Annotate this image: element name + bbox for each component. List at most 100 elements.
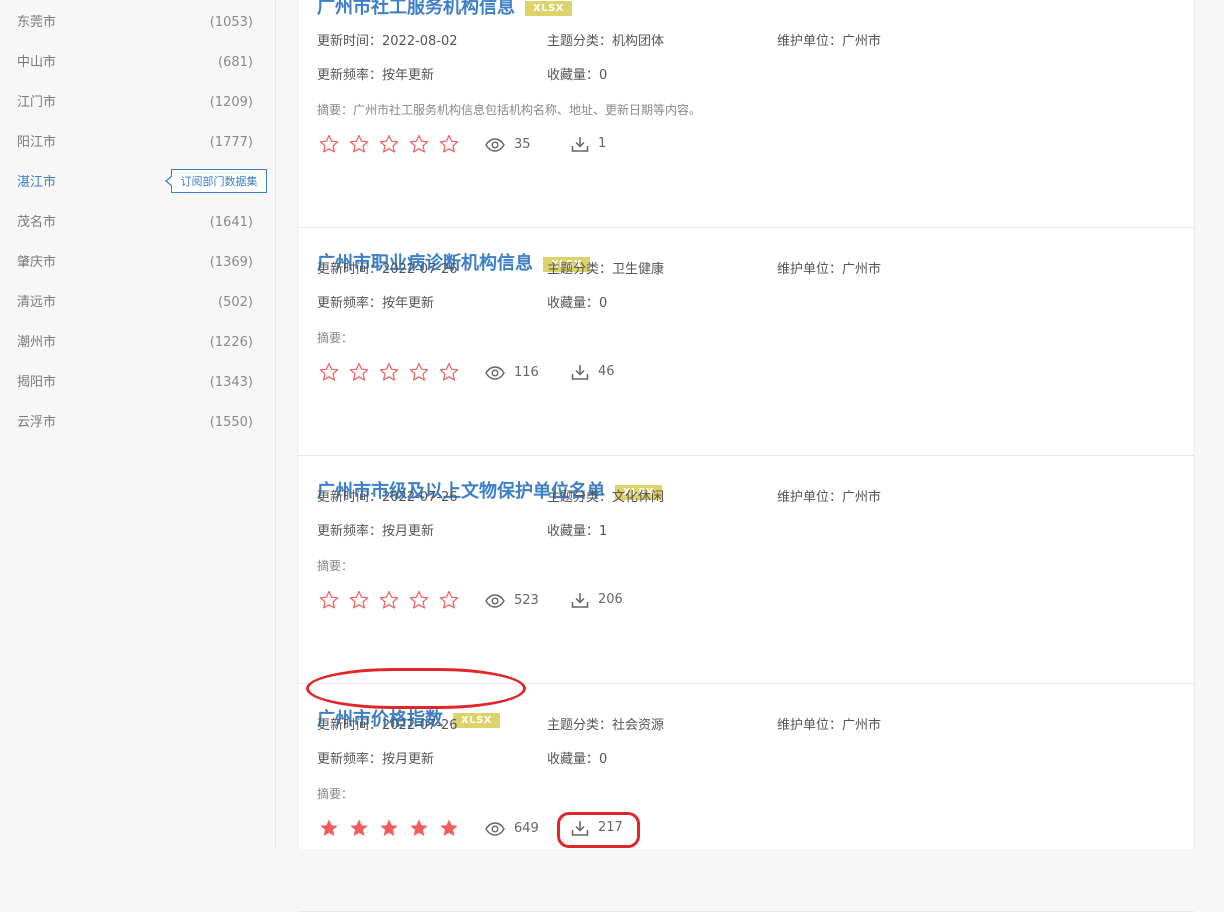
sidebar-city-item[interactable]: 肇庆市 (1369) xyxy=(17,253,253,273)
star-empty-icon[interactable] xyxy=(439,590,459,610)
view-count-value: 35 xyxy=(514,137,531,152)
update-frequency: 更新频率：按年更新 xyxy=(317,296,435,311)
download-count-value: 1 xyxy=(598,136,607,151)
sidebar-city-item[interactable]: 江门市 (1209) xyxy=(17,93,253,113)
view-count: 35 xyxy=(485,135,531,155)
eye-icon xyxy=(485,593,514,608)
city-count: (1777) xyxy=(209,135,253,150)
city-name: 潮州市 xyxy=(17,335,57,350)
download-count[interactable]: 206 xyxy=(571,590,623,610)
sidebar-city-item[interactable]: 东莞市 (1053) xyxy=(17,13,253,33)
sidebar-city-item[interactable]: 阳江市 (1777) xyxy=(17,133,253,153)
dataset-summary: 摘要： xyxy=(317,559,354,573)
star-empty-icon[interactable] xyxy=(349,134,369,154)
star-empty-icon[interactable] xyxy=(439,134,459,154)
star-empty-icon[interactable] xyxy=(349,590,369,610)
city-count: (1209) xyxy=(209,95,253,110)
star-filled-icon[interactable] xyxy=(379,818,399,838)
favorites-count: 收藏量：0 xyxy=(547,752,608,767)
favorites-count: 收藏量：1 xyxy=(547,524,608,539)
download-count[interactable]: 46 xyxy=(571,362,615,382)
star-empty-icon[interactable] xyxy=(379,134,399,154)
city-name: 中山市 xyxy=(17,55,57,70)
update-time: 更新时间：2022-07-26 xyxy=(317,718,458,733)
subscribe-tooltip[interactable]: 订阅部门数据集 xyxy=(165,169,267,193)
favorites-count: 收藏量：0 xyxy=(547,296,608,311)
city-count: (681) xyxy=(218,55,253,70)
dataset-summary: 摘要：广州市社工服务机构信息包括机构名称、地址、更新日期等内容。 xyxy=(317,103,702,117)
star-empty-icon[interactable] xyxy=(319,590,339,610)
dataset-card: 广州市社工服务机构信息 XLSX 更新时间：2022-08-02 主题分类：机构团体 维… xyxy=(298,0,1194,228)
maintainer: 维护单位：广州市 xyxy=(777,34,882,49)
star-empty-icon[interactable] xyxy=(439,362,459,382)
city-name: 清远市 xyxy=(17,295,57,310)
city-count: (1053) xyxy=(209,15,253,30)
view-count: 116 xyxy=(485,363,539,383)
city-count: (502) xyxy=(218,295,253,310)
star-empty-icon[interactable] xyxy=(349,362,369,382)
format-badge: XLSX xyxy=(525,0,572,16)
eye-icon xyxy=(485,821,514,836)
rating-stars[interactable] xyxy=(319,361,469,383)
star-empty-icon[interactable] xyxy=(409,590,429,610)
city-name: 湛江市 xyxy=(17,175,57,190)
star-empty-icon[interactable] xyxy=(379,362,399,382)
sidebar-city-item[interactable]: 茂名市 (1641) xyxy=(17,213,253,233)
city-name: 肇庆市 xyxy=(17,255,57,270)
star-filled-icon[interactable] xyxy=(439,818,459,838)
view-count-value: 523 xyxy=(514,593,539,608)
rating-stars[interactable] xyxy=(319,817,469,839)
star-empty-icon[interactable] xyxy=(319,134,339,154)
view-count-value: 116 xyxy=(514,365,539,380)
download-count-value: 46 xyxy=(598,364,615,379)
download-count[interactable]: 1 xyxy=(571,134,606,154)
city-name: 江门市 xyxy=(17,95,57,110)
maintainer: 维护单位：广州市 xyxy=(777,718,882,733)
update-time: 更新时间：2022-07-26 xyxy=(317,262,458,277)
update-frequency: 更新频率：按月更新 xyxy=(317,752,435,767)
city-count: (1550) xyxy=(209,415,253,430)
sidebar-city-item[interactable]: 潮州市 (1226) xyxy=(17,333,253,353)
sidebar-city-item[interactable]: 揭阳市 (1343) xyxy=(17,373,253,393)
topic-category: 主题分类：卫生健康 xyxy=(547,262,665,277)
download-count-value: 217 xyxy=(598,820,623,835)
city-count: (1369) xyxy=(209,255,253,270)
maintainer: 维护单位：广州市 xyxy=(777,490,882,505)
topic-category: 主题分类：社会资源 xyxy=(547,718,665,733)
dataset-title-link[interactable]: 广州市社工服务机构信息 xyxy=(317,0,515,23)
dataset-card: 广州市价格指数 XLSX 更新时间：2022-07-26 主题分类：社会资源 维护单位：… xyxy=(298,684,1194,912)
download-count-value: 206 xyxy=(598,592,623,607)
star-filled-icon[interactable] xyxy=(409,818,429,838)
star-filled-icon[interactable] xyxy=(349,818,369,838)
city-sidebar: 东莞市 (1053) 中山市 (681) 江门市 (1209) 阳江市 (1777) 湛江市茂名… xyxy=(0,0,276,849)
maintainer: 维护单位：广州市 xyxy=(777,262,882,277)
sidebar-city-item[interactable]: 中山市 (681) xyxy=(17,53,253,73)
star-filled-icon[interactable] xyxy=(319,818,339,838)
rating-stars[interactable] xyxy=(319,589,469,611)
star-empty-icon[interactable] xyxy=(409,134,429,154)
city-name: 揭阳市 xyxy=(17,375,57,390)
topic-category: 主题分类：文化休闲 xyxy=(547,490,665,505)
city-count: (1641) xyxy=(209,215,253,230)
sidebar-city-item[interactable]: 清远市 (502) xyxy=(17,293,253,313)
view-count-value: 649 xyxy=(514,821,539,836)
dataset-list: 广州市社工服务机构信息 XLSX 更新时间：2022-08-02 主题分类：机构团体维… xyxy=(297,0,1195,912)
eye-icon xyxy=(485,137,514,152)
eye-icon xyxy=(485,365,514,380)
favorites-count: 收藏量：0 xyxy=(547,68,608,83)
star-empty-icon[interactable] xyxy=(379,590,399,610)
download-icon xyxy=(571,364,598,380)
dataset-card: 广州市市级及以上文物保护单位名单 XLSX 更新时间：2022-07-26 主题分类：… xyxy=(298,456,1194,684)
format-badge: XLSX xyxy=(453,712,500,728)
dataset-card: 广州市职业病诊断机构信息 XLSX 更新时间：2022-07-26 主题分类：卫生健康… xyxy=(298,228,1194,456)
view-count: 523 xyxy=(485,591,539,611)
star-empty-icon[interactable] xyxy=(409,362,429,382)
city-name: 茂名市 xyxy=(17,215,57,230)
star-empty-icon[interactable] xyxy=(319,362,339,382)
download-icon xyxy=(571,820,598,836)
rating-stars[interactable] xyxy=(319,133,469,155)
city-name: 阳江市 xyxy=(17,135,57,150)
download-count[interactable]: 217 xyxy=(571,818,623,838)
sidebar-city-item[interactable]: 云浮市 (1550) xyxy=(17,413,253,433)
update-time: 更新时间：2022-07-26 xyxy=(317,490,458,505)
